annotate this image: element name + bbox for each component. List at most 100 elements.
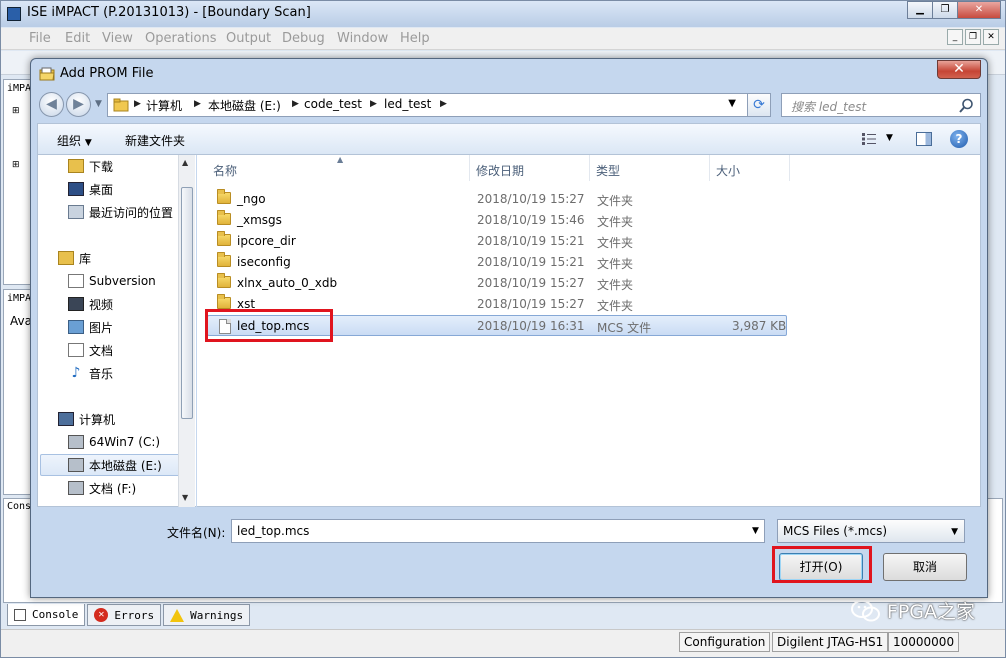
console-panel-title: Cons (7, 501, 32, 512)
nav-item-downloads[interactable]: 下载 (68, 155, 113, 177)
column-header-size[interactable]: 大小 (710, 155, 790, 181)
search-input[interactable]: 搜索 led_test (791, 98, 866, 115)
restore-button[interactable]: ❐ (932, 1, 958, 19)
tab-warnings[interactable]: Warnings (163, 604, 251, 626)
mdi-caption-buttons: _ ❐ ✕ (945, 29, 999, 45)
statusbar: Configuration Digilent JTAG-HS1 10000000 (1, 629, 1005, 657)
breadcrumb-drive-e[interactable]: 本地磁盘 (E:) (208, 97, 281, 114)
nav-item-desktop[interactable]: 桌面 (68, 178, 113, 200)
menu-edit[interactable]: Edit (65, 31, 90, 46)
file-row[interactable]: _xmsgs 2018/10/19 15:46 文件夹 (207, 210, 787, 231)
breadcrumb-computer[interactable]: 计算机 (146, 97, 182, 114)
nav-item-drive-c[interactable]: 64Win7 (C:) (68, 431, 160, 453)
nav-item-drive-e[interactable]: 本地磁盘 (E:) (40, 454, 184, 476)
open-button[interactable]: 打开(O) (779, 553, 863, 581)
navigation-scrollbar[interactable]: ▲ ▼ (178, 155, 195, 507)
mdi-close-button[interactable]: ✕ (983, 29, 999, 45)
new-folder-button[interactable]: 新建文件夹 (125, 132, 185, 149)
filetype-select[interactable]: MCS Files (*.mcs) ▼ (777, 519, 965, 543)
nav-item-recent[interactable]: 最近访问的位置 (68, 201, 173, 223)
nav-item-computer[interactable]: 计算机 (58, 408, 115, 430)
breadcrumb-separator-icon[interactable]: ▶ (292, 99, 299, 109)
status-mode: Configuration (679, 632, 771, 652)
filename-field[interactable]: led_top.mcs (231, 519, 765, 543)
nav-item-libraries[interactable]: 库 (58, 247, 91, 269)
breadcrumb-led-test[interactable]: led_test (384, 97, 431, 111)
nav-item-subversion[interactable]: Subversion (68, 270, 156, 292)
close-button[interactable]: ✕ (957, 1, 1001, 19)
organize-button[interactable]: 组织 ▼ (57, 132, 92, 149)
filename-history-dropdown-icon[interactable]: ▼ (752, 526, 759, 536)
tree-expand-icon[interactable]: ⊞ (12, 160, 20, 170)
file-row[interactable]: iseconfig 2018/10/19 15:21 文件夹 (207, 252, 787, 273)
folder-icon (217, 210, 231, 225)
nav-item-documents[interactable]: 文档 (68, 339, 113, 361)
forward-button[interactable]: ▶ (66, 92, 91, 117)
filetype-value: MCS Files (*.mcs) (783, 524, 888, 538)
file-row-selected[interactable]: led_top.mcs 2018/10/19 16:31 MCS 文件 3,98… (207, 315, 787, 336)
tab-console[interactable]: Console (7, 604, 86, 626)
menu-window[interactable]: Window (337, 31, 388, 46)
view-options-icon[interactable] (862, 133, 876, 145)
view-dropdown-icon[interactable]: ▼ (886, 133, 893, 143)
preview-pane-icon[interactable] (916, 132, 932, 146)
column-header-date[interactable]: 修改日期 (470, 155, 590, 181)
desktop-icon (68, 182, 84, 196)
drive-icon (68, 435, 84, 449)
error-icon: ✕ (94, 608, 109, 622)
address-bar[interactable]: ▶ 计算机 ▶ 本地磁盘 (E:) ▶ code_test ▶ led_test… (107, 93, 757, 117)
warning-icon (170, 608, 185, 622)
nav-item-label: 视频 (89, 297, 114, 312)
nav-item-music[interactable]: ♪ 音乐 (68, 362, 113, 384)
breadcrumb-separator-icon[interactable]: ▶ (370, 99, 377, 109)
nav-item-videos[interactable]: 视频 (68, 293, 113, 315)
filename-label: 文件名(N): (167, 526, 226, 540)
library-icon (58, 251, 74, 265)
menu-debug[interactable]: Debug (282, 31, 325, 46)
status-cable: Digilent JTAG-HS1 (772, 632, 889, 652)
minimize-button[interactable]: ▁ (907, 1, 933, 19)
refresh-button[interactable]: ⟳ (747, 93, 771, 117)
address-dropdown-icon[interactable]: ▼ (728, 98, 736, 109)
scroll-up-icon[interactable]: ▲ (182, 158, 188, 167)
file-type: 文件夹 (597, 299, 634, 313)
cancel-button[interactable]: 取消 (883, 553, 967, 581)
menu-operations[interactable]: Operations (145, 31, 216, 46)
breadcrumb-separator-icon[interactable]: ▶ (194, 99, 201, 109)
help-icon[interactable]: ? (950, 130, 968, 148)
column-header-type[interactable]: 类型 (590, 155, 710, 181)
menu-file[interactable]: File (29, 31, 51, 46)
scroll-thumb[interactable] (181, 187, 193, 419)
column-header-label: 大小 (716, 164, 741, 178)
impact-processes-tab[interactable]: iMPA (7, 293, 31, 304)
menu-output[interactable]: Output (226, 31, 271, 46)
nav-item-pictures[interactable]: 图片 (68, 316, 113, 338)
nav-item-drive-f[interactable]: 文档 (F:) (68, 477, 136, 499)
scroll-down-icon[interactable]: ▼ (182, 493, 188, 502)
file-row[interactable]: _ngo 2018/10/19 15:27 文件夹 (207, 189, 787, 210)
dialog-titlebar[interactable]: Add PROM File ✕ (31, 59, 987, 89)
file-row[interactable]: xst 2018/10/19 15:27 文件夹 (207, 294, 787, 315)
breadcrumb-code-test[interactable]: code_test (304, 97, 362, 111)
dialog-close-button[interactable]: ✕ (937, 60, 981, 79)
folder-open-icon (39, 67, 55, 81)
breadcrumb-separator-icon[interactable]: ▶ (134, 99, 141, 109)
tree-expand-icon[interactable]: ⊞ (12, 106, 20, 116)
mdi-minimize-button[interactable]: _ (947, 29, 963, 45)
file-row[interactable]: ipcore_dir 2018/10/19 15:21 文件夹 (207, 231, 787, 252)
nav-item-label: 文档 (89, 343, 114, 358)
file-name: iseconfig (237, 255, 291, 269)
search-icon[interactable] (959, 98, 974, 113)
file-row[interactable]: xlnx_auto_0_xdb 2018/10/19 15:27 文件夹 (207, 273, 787, 294)
menu-view[interactable]: View (102, 31, 133, 46)
folder-icon (217, 273, 231, 288)
menu-help[interactable]: Help (400, 31, 430, 46)
breadcrumb-separator-icon[interactable]: ▶ (440, 99, 447, 109)
search-box[interactable]: 搜索 led_test (781, 93, 981, 117)
impact-flows-tab[interactable]: iMPA (7, 83, 31, 94)
main-titlebar[interactable]: ISE iMPACT (P.20131013) - [Boundary Scan… (1, 1, 1005, 27)
recent-locations-dropdown[interactable]: ▼ (95, 99, 102, 109)
tab-errors[interactable]: ✕ Errors (87, 604, 162, 626)
mdi-restore-button[interactable]: ❐ (965, 29, 981, 45)
back-button[interactable]: ◀ (39, 92, 64, 117)
